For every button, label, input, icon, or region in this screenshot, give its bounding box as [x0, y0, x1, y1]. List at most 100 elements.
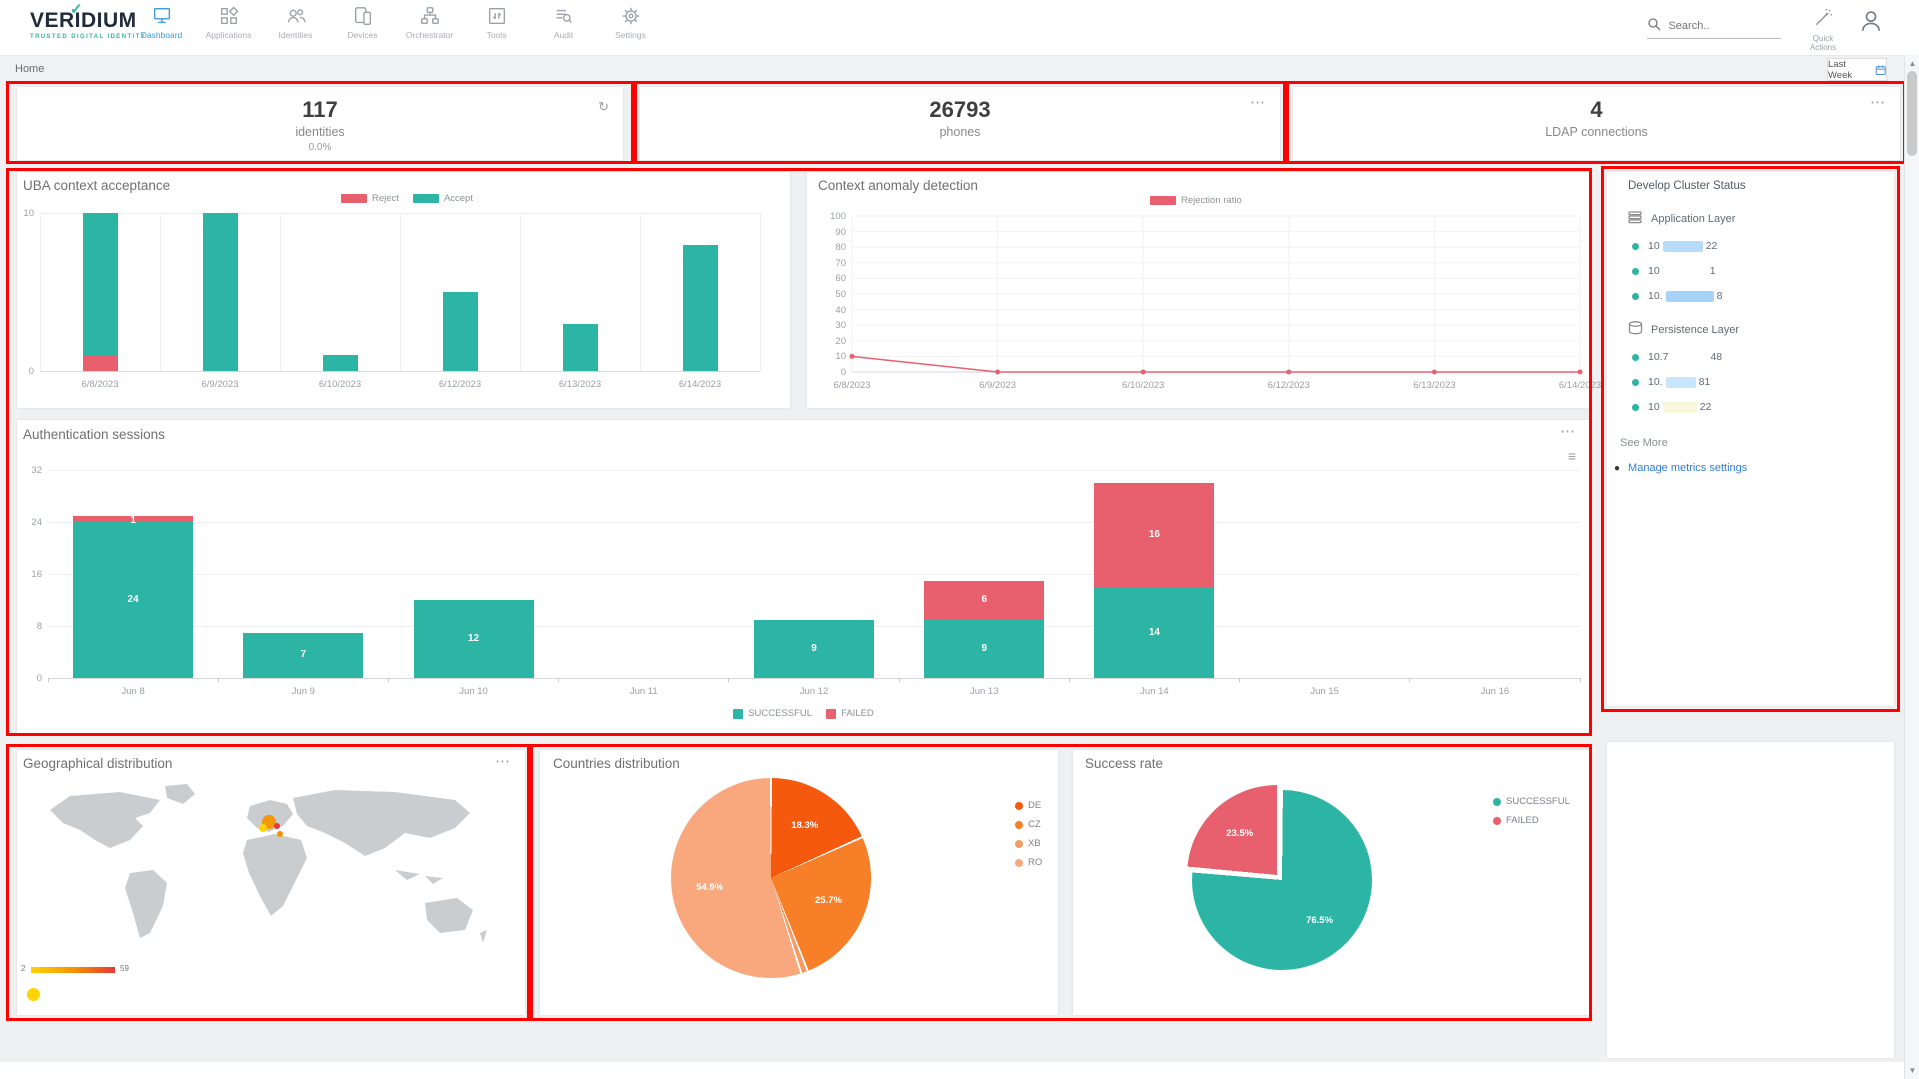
legend-item-SUCCESSFUL[interactable]: SUCCESSFUL [733, 708, 812, 719]
legend-item-CZ[interactable]: CZ [1015, 819, 1042, 830]
bar-segment-successful[interactable]: 12 [414, 600, 534, 678]
bar-segment-successful[interactable]: 9 [924, 620, 1044, 679]
x-axis-label: Jun 14 [1069, 686, 1239, 697]
bar-segment-reject[interactable] [83, 355, 118, 371]
legend-item-Rejection ratio[interactable]: Rejection ratio [1150, 195, 1242, 206]
phones-count: 26793 [640, 97, 1280, 123]
stat-card-phones: 26793 phones ⋯ [640, 87, 1280, 160]
cluster-section-persistence-layer: Persistence Layer [1628, 321, 1878, 338]
x-axis-label: 6/10/2023 [280, 379, 400, 390]
vertical-scrollbar[interactable]: ▲ ▼ [1904, 55, 1919, 1079]
bar-segment-accept[interactable] [443, 292, 478, 371]
nav-item-applications[interactable]: Applications [195, 5, 262, 40]
identities-label: identities [17, 125, 623, 139]
pie-base[interactable] [671, 778, 871, 978]
manage-metrics-link[interactable]: Manage metrics settings [1628, 462, 1747, 474]
bar-segment-accept[interactable] [563, 324, 598, 371]
countries-title: Countries distribution [553, 756, 680, 771]
user-avatar[interactable] [1858, 8, 1884, 39]
success-title: Success rate [1085, 756, 1163, 771]
monitor-icon [151, 5, 173, 27]
legend-item-FAILED[interactable]: FAILED [1493, 815, 1570, 826]
legend-item-DE[interactable]: DE [1015, 800, 1042, 811]
node-status-dot [1632, 379, 1639, 386]
quick-actions-button[interactable]: Quick Actions [1800, 8, 1846, 52]
map-marker-orange-small[interactable] [277, 831, 283, 837]
see-more-label[interactable]: See More [1620, 437, 1878, 449]
cluster-node[interactable]: 1022 [1632, 401, 1878, 413]
x-axis-label: Jun 9 [218, 686, 388, 697]
card-menu-icon[interactable]: ⋯ [1870, 93, 1886, 111]
map-cluster-dot[interactable] [27, 988, 40, 1001]
pie-percent-label: 25.7% [806, 895, 850, 906]
bar-segment-accept[interactable] [323, 355, 358, 371]
pie-slice-exploded[interactable] [1187, 785, 1367, 965]
world-map[interactable] [25, 778, 517, 960]
legend-item-XB[interactable]: XB [1015, 838, 1042, 849]
legend-item-Reject[interactable]: Reject [341, 193, 399, 204]
scroll-up-icon[interactable]: ▲ [1905, 59, 1919, 68]
legend-item-RO[interactable]: RO [1015, 857, 1042, 868]
x-axis-label: Jun 10 [388, 686, 558, 697]
scroll-down-icon[interactable]: ▼ [1905, 1066, 1919, 1075]
nav-item-dashboard[interactable]: Dashboard [128, 5, 195, 40]
bar-segment-accept[interactable] [203, 213, 238, 371]
cluster-node[interactable]: 1022 [1632, 240, 1878, 252]
cluster-node[interactable]: 10.8 [1632, 290, 1878, 302]
nav-item-audit[interactable]: Audit [530, 5, 597, 40]
cluster-node[interactable]: 10.81 [1632, 376, 1878, 388]
tools-icon [486, 5, 508, 27]
anomaly-title: Context anomaly detection [818, 178, 978, 193]
nav-item-identities[interactable]: Identities [262, 5, 329, 40]
search-box[interactable] [1647, 16, 1781, 39]
panel-menu-icon[interactable]: ⋯ [1560, 422, 1576, 440]
bar-segment-accept[interactable] [683, 245, 718, 371]
devices-icon [352, 5, 374, 27]
pie-percent-label: 54.9% [688, 882, 732, 893]
auth-legend: SUCCESSFUL FAILED [17, 708, 1590, 719]
map-marker-yellow[interactable] [259, 824, 267, 832]
nav-item-settings[interactable]: Settings [597, 5, 664, 40]
phones-label: phones [640, 125, 1280, 139]
legend-item-Accept[interactable]: Accept [413, 193, 473, 204]
chart-menu-icon[interactable]: ≡ [1568, 448, 1576, 464]
breadcrumb[interactable]: Home [15, 63, 44, 75]
bar-segment-accept[interactable] [83, 213, 118, 355]
nav-item-devices[interactable]: Devices [329, 5, 396, 40]
search-input[interactable] [1666, 19, 1770, 33]
auth-sessions-panel: Authentication sessions ⋯ ≡ 08162432241J… [17, 420, 1590, 734]
bar-value-label: 14 [1094, 627, 1214, 638]
panel-menu-icon[interactable]: ⋯ [495, 752, 511, 770]
node-status-dot [1632, 268, 1639, 275]
cluster-body: Develop Cluster Status Application Layer… [1628, 180, 1878, 474]
bar-segment-failed[interactable]: 6 [924, 581, 1044, 620]
x-axis-label: 6/14/2023 [640, 379, 760, 390]
countries-legend: DE CZ XB RO [1015, 800, 1042, 876]
breadcrumb-bar: Home [0, 56, 1919, 83]
ldap-count: 4 [1293, 97, 1900, 123]
bar-segment-successful[interactable]: 9 [754, 620, 874, 679]
bar-segment-failed[interactable]: 1 [73, 516, 193, 523]
map-marker-red[interactable] [274, 823, 280, 829]
cluster-node[interactable]: 10.748 [1632, 351, 1878, 363]
refresh-icon[interactable]: ↻ [598, 99, 609, 115]
x-axis-label: Jun 12 [729, 686, 899, 697]
bar-segment-successful[interactable]: 14 [1094, 587, 1214, 678]
nav-item-orchestrator[interactable]: Orchestrator [396, 5, 463, 40]
stat-card-ldap: 4 LDAP connections ⋯ [1293, 87, 1900, 160]
nav-item-tools[interactable]: Tools [463, 5, 530, 40]
bar-segment-failed[interactable]: 16 [1094, 483, 1214, 587]
cluster-node[interactable]: 101 [1632, 265, 1878, 277]
legend-item-FAILED[interactable]: FAILED [826, 708, 874, 719]
bar-segment-successful[interactable]: 24 [73, 522, 193, 678]
cluster-section-application-layer: Application Layer [1628, 211, 1878, 227]
anomaly-legend: Rejection ratio [1150, 195, 1242, 206]
bar-segment-successful[interactable]: 7 [243, 633, 363, 679]
period-label: Last Week [1828, 59, 1871, 81]
period-selector[interactable]: Last Week [1827, 58, 1887, 81]
card-menu-icon[interactable]: ⋯ [1250, 93, 1266, 111]
uba-title: UBA context acceptance [23, 178, 170, 193]
stat-card-identities: 117 identities 0.0% ↻ [17, 87, 623, 160]
legend-item-SUCCESSFUL[interactable]: SUCCESSFUL [1493, 796, 1570, 807]
scrollbar-thumb[interactable] [1907, 71, 1917, 156]
